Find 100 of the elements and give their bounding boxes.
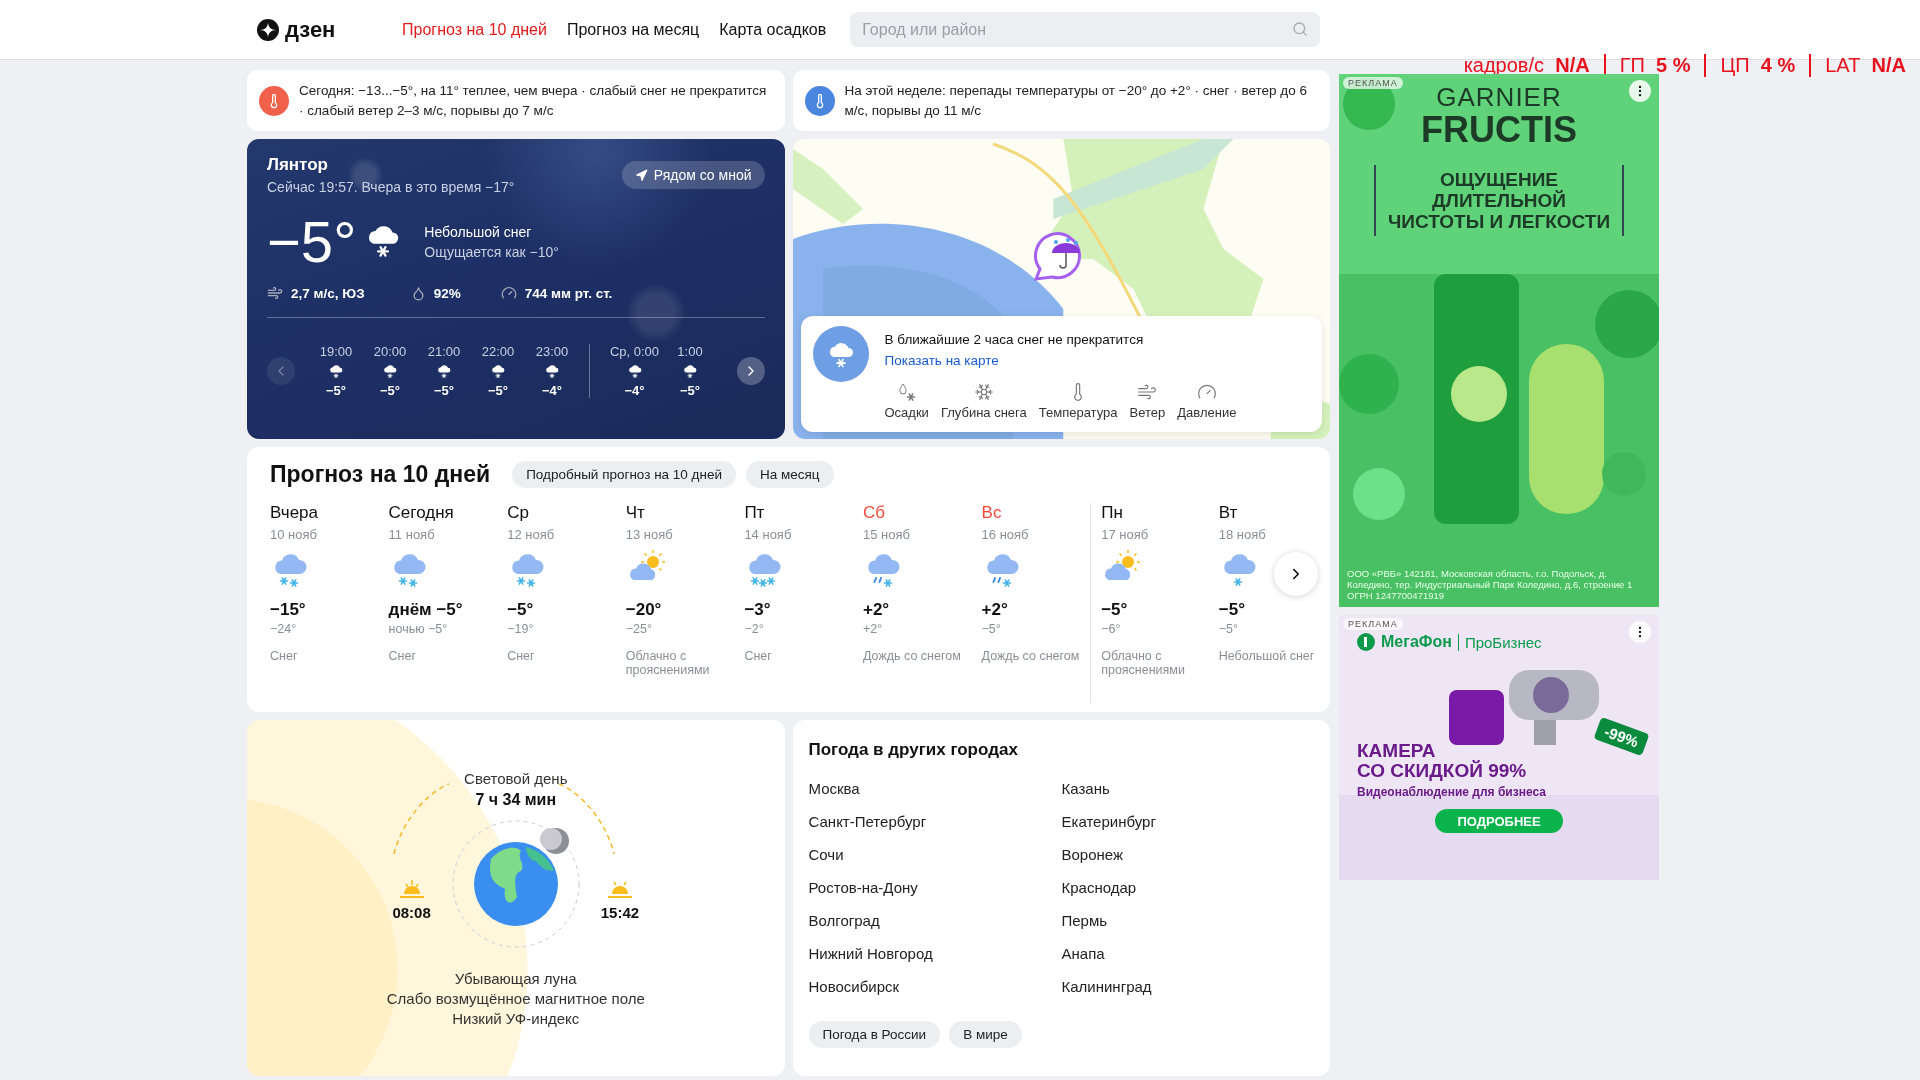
city-link[interactable]: Нижний Новгород xyxy=(808,937,1062,970)
city-link[interactable]: Екатеринбург xyxy=(1061,805,1262,838)
city-link[interactable]: Сочи xyxy=(808,838,1062,871)
map-layer-button[interactable]: Осадки xyxy=(884,382,929,420)
ad-legal-text: ООО «РВБ» 142181, Московская область, г.о. Подольск, д. Коледино, тер. Индустриальный Парк Коледино, д.6, строение 1 ОГРН 1247700471919 xyxy=(1347,568,1634,601)
city-link[interactable]: Ростов-на-Дону xyxy=(808,871,1062,904)
map-layer-button[interactable]: Температура xyxy=(1038,382,1118,420)
snow-cloud-icon xyxy=(544,363,560,379)
day-date: 17 нояб xyxy=(1101,527,1150,542)
ad-brand: МегаФон xyxy=(1381,633,1452,651)
night-temperature: +2° xyxy=(862,622,884,636)
sunrise-icon xyxy=(397,877,426,900)
city-link[interactable]: Калининград xyxy=(1061,970,1262,1003)
snow-cloud-icon xyxy=(490,363,506,379)
precipitation-icon xyxy=(896,382,917,402)
forecast-button[interactable]: Подробный прогноз на 10 дней xyxy=(512,461,736,488)
day-condition: Облачно с прояснениями xyxy=(625,649,711,677)
hour-temperature: −4° xyxy=(624,383,645,398)
humidity-icon xyxy=(410,285,426,301)
current-temperature: −5° xyxy=(267,213,357,271)
city-link[interactable]: Новосибирск xyxy=(808,970,1062,1003)
day-temperature: +2° xyxy=(862,600,891,620)
map-link[interactable]: Показать на карте xyxy=(884,353,1237,368)
night-temperature: −24° xyxy=(270,622,298,636)
perf-stat: ЦП 4 % xyxy=(1706,54,1812,77)
ad-label: РЕКЛАМА xyxy=(1343,618,1403,630)
hour-temperature: −5° xyxy=(488,383,508,398)
ad-headline: ОЩУЩЕНИЕ ДЛИТЕЛЬНОЙ ЧИСТОТЫ И ЛЕГКОСТИ xyxy=(1373,165,1625,236)
city-link[interactable]: Санкт-Петербург xyxy=(808,805,1062,838)
perf-stat: LAT N/A xyxy=(1824,54,1906,77)
day-name: Ср xyxy=(507,503,530,523)
nowcast-message: В ближайшие 2 часа снег не прекратится xyxy=(884,332,1145,347)
ad-logo-icon xyxy=(1357,633,1375,651)
next-button[interactable] xyxy=(736,357,765,385)
day-condition: Облачно с прояснениями xyxy=(1101,649,1186,677)
day-condition: Дождь со снегом xyxy=(862,649,962,663)
night-temperature: ночью −5° xyxy=(388,622,449,636)
nearby-button[interactable]: Рядом со мной xyxy=(621,161,765,189)
hour-temperature: −5° xyxy=(326,383,346,398)
hour-time: 1:00 xyxy=(677,344,703,359)
map-layer-button[interactable]: Глубина снега xyxy=(940,382,1027,420)
wind-icon xyxy=(1137,382,1158,402)
daylight-note: Убывающая луна xyxy=(453,969,578,989)
city-link[interactable]: Казань xyxy=(1061,772,1262,805)
day-date: 13 нояб xyxy=(625,527,674,542)
city-link[interactable]: Воронеж xyxy=(1061,838,1262,871)
day-condition: Дождь со снегом xyxy=(981,649,1081,663)
ad-brand: GARNIER xyxy=(1436,82,1562,113)
day-temperature: днём −5° xyxy=(388,600,464,620)
nav-link[interactable]: Прогноз на месяц xyxy=(566,20,700,39)
night-temperature: −5° xyxy=(981,622,1002,636)
city-link[interactable]: Анапа xyxy=(1061,937,1262,970)
region-button[interactable]: Погода в России xyxy=(808,1021,941,1048)
city-link[interactable]: Краснодар xyxy=(1061,871,1262,904)
day-date: 10 нояб xyxy=(270,527,318,542)
hour-time: 21:00 xyxy=(427,344,461,359)
ad-brand-sub: ПроБизнес xyxy=(1457,633,1542,651)
nav-link[interactable]: Карта осадков xyxy=(719,20,827,39)
night-temperature: −2° xyxy=(744,622,765,636)
map-layer-button[interactable]: Ветер xyxy=(1129,382,1166,420)
ad-tagline: Видеонаблюдение для бизнеса xyxy=(1357,785,1546,799)
snow-cloud-icon xyxy=(626,363,643,379)
logo[interactable]: дзен xyxy=(257,16,402,43)
map-layer-button[interactable]: Давление xyxy=(1177,382,1237,420)
hour-temperature: −5° xyxy=(434,383,454,398)
search-field[interactable]: Город или район xyxy=(850,12,1321,47)
hour-temperature: −4° xyxy=(542,383,562,398)
location-arrow-icon xyxy=(634,168,648,182)
snow-cloud-icon xyxy=(328,363,344,379)
humidity: 92% xyxy=(433,285,461,301)
section-title: Погода в других городах xyxy=(808,740,1019,760)
hour-time: 20:00 xyxy=(373,344,407,359)
night-temperature: −5° xyxy=(1218,622,1239,636)
day-name: Пт xyxy=(744,503,766,523)
day-date: 12 нояб xyxy=(507,527,556,542)
wind-speed: 2,7 м/с, ЮЗ xyxy=(291,285,365,301)
night-temperature: −25° xyxy=(625,622,653,636)
condition: Небольшой снег xyxy=(424,224,533,240)
forecast-button[interactable]: На месяц xyxy=(746,461,834,488)
city-link[interactable]: Пермь xyxy=(1061,904,1262,937)
day-temperature: −5° xyxy=(1218,600,1246,620)
feels-like: Ощущается как −10° xyxy=(424,244,559,260)
search-icon xyxy=(1292,21,1309,37)
city-link[interactable]: Москва xyxy=(808,772,1062,805)
nav-link[interactable]: Прогноз на 10 дней xyxy=(402,20,547,39)
night-temperature: −6° xyxy=(1101,622,1122,636)
day-condition: Снег xyxy=(270,649,299,663)
city-link[interactable]: Волгоград xyxy=(808,904,1062,937)
day-name: Вс xyxy=(981,503,1003,523)
daylight-note: Слабо возмущённое магнитное поле xyxy=(386,989,645,1009)
day-name: Сб xyxy=(862,503,886,523)
hour-time: 19:00 xyxy=(319,344,353,359)
day-condition: Небольшой снег xyxy=(1218,649,1316,663)
day-condition: Снег xyxy=(507,649,536,663)
day-temperature: −5° xyxy=(507,600,535,620)
ad-headline: КАМЕРА СО СКИДКОЙ 99% xyxy=(1357,741,1527,781)
sunrise-time: 08:08 xyxy=(392,903,431,921)
region-button[interactable]: В мире xyxy=(949,1021,1022,1048)
day-temperature: −15° xyxy=(270,600,307,620)
hour-temperature: −5° xyxy=(380,383,400,398)
